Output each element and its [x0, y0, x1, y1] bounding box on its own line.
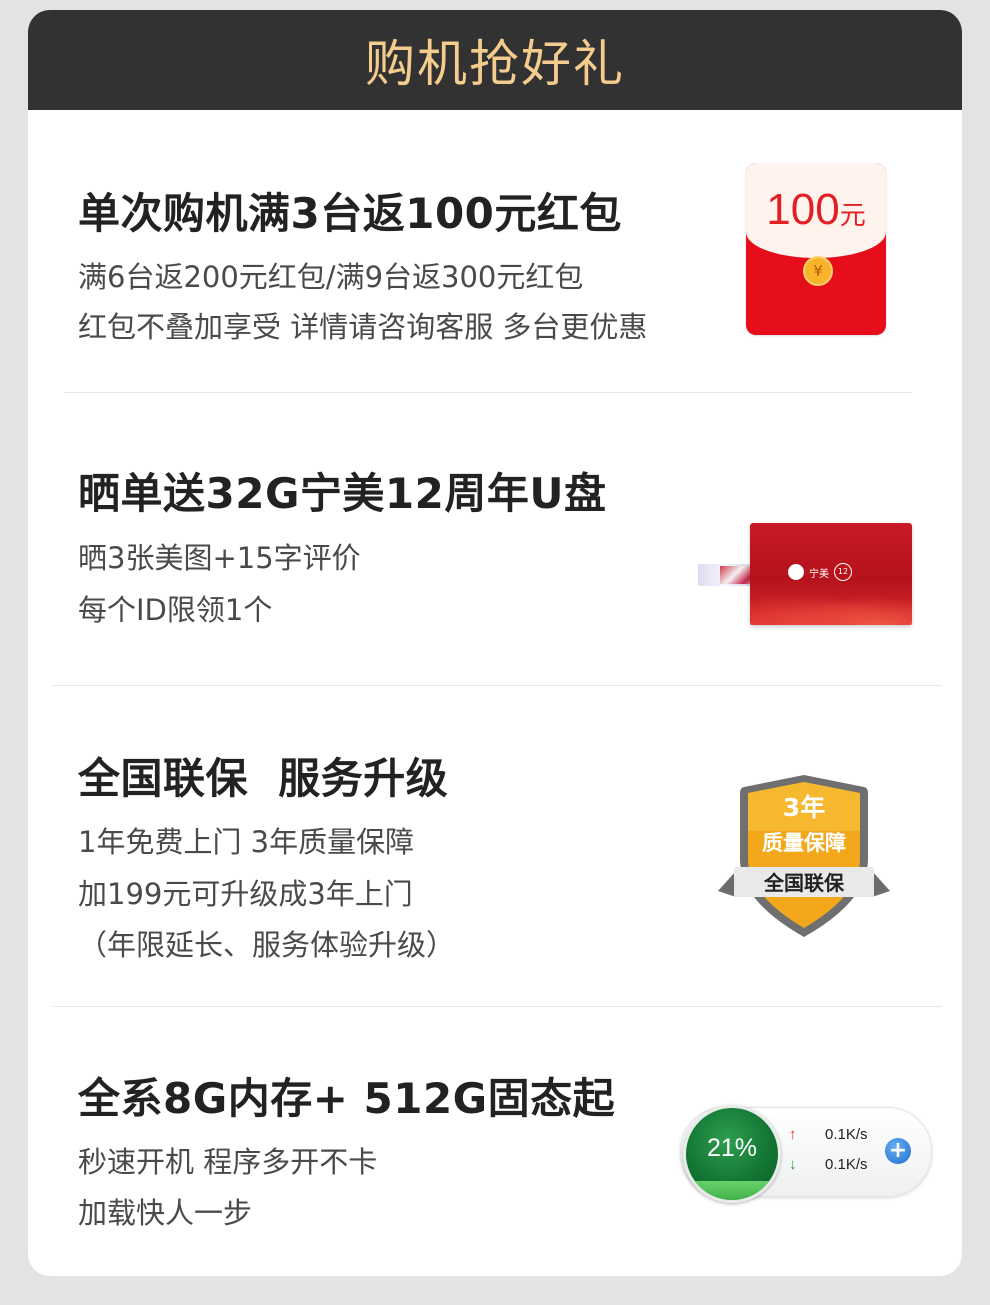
usb-card-icon: 宁美 12: [750, 523, 912, 625]
download-arrow-icon: ↓: [789, 1156, 797, 1173]
red-envelope-icon: 100元 ¥: [746, 163, 886, 335]
header-title: 购机抢好礼: [365, 35, 625, 93]
shield-guarantee: 质量保障: [762, 831, 846, 855]
header: 购机抢好礼: [28, 10, 962, 110]
envelope-amount-value: 100: [766, 185, 840, 234]
usage-percent: 21%: [706, 1134, 758, 1162]
upload-value: 0.1K/s: [825, 1126, 868, 1143]
gauge-fill: [686, 1180, 778, 1200]
promo-card: 购机抢好礼 单次购机满3台返100元红包 满6台返200元红包/满9台返300元…: [28, 10, 962, 1276]
coin-icon: ¥: [803, 256, 833, 286]
section-line: 秒速开机 程序多开不卡: [78, 1145, 378, 1179]
plus-icon[interactable]: +: [885, 1138, 911, 1164]
section-line: 每个ID限领1个: [78, 593, 273, 627]
download-rate: ↓ 0.1K/s: [789, 1156, 868, 1173]
upload-arrow-icon: ↑: [789, 1126, 797, 1143]
envelope-amount-unit: 元: [839, 200, 866, 230]
section-line: （年限延长、服务体验升级）: [78, 928, 456, 962]
usb-logo: 宁美 12: [788, 563, 852, 581]
section-title: 全系8G内存+ 512G固态起: [78, 1074, 616, 1123]
section-title: 晒单送32G宁美12周年U盘: [78, 469, 607, 518]
section-title: 单次购机满3台返100元红包: [78, 189, 622, 238]
divider: [52, 1006, 942, 1007]
brand-logo-icon: [788, 564, 804, 580]
anniversary-badge: 12: [834, 563, 852, 581]
usage-gauge: 21%: [683, 1105, 781, 1203]
usb-wave-pattern: [750, 589, 912, 625]
section-line: 1年免费上门 3年质量保障: [78, 825, 415, 859]
envelope-amount: 100元: [746, 185, 886, 235]
speed-widget: 21% ↑ 0.1K/s ↓ 0.1K/s +: [680, 1105, 932, 1203]
section-line: 满6台返200元红包/满9台返300元红包: [78, 260, 584, 294]
shield-years: 3年: [783, 793, 825, 822]
warranty-shield-icon: 3年 质量保障 全国联保: [718, 775, 890, 937]
section-title: 全国联保 服务升级: [78, 754, 449, 803]
divider: [52, 685, 942, 686]
section-line: 晒3张美图+15字评价: [78, 541, 361, 575]
section-line: 加199元可升级成3年上门: [78, 877, 413, 911]
section-line: 红包不叠加享受 详情请咨询客服 多台更优惠: [78, 310, 648, 344]
usb-brand: 宁美: [809, 568, 829, 580]
download-value: 0.1K/s: [825, 1156, 868, 1173]
divider: [64, 392, 912, 393]
upload-rate: ↑ 0.1K/s: [789, 1126, 868, 1143]
shield-ribbon: 全国联保: [763, 871, 845, 895]
section-line: 加载快人一步: [78, 1196, 253, 1230]
